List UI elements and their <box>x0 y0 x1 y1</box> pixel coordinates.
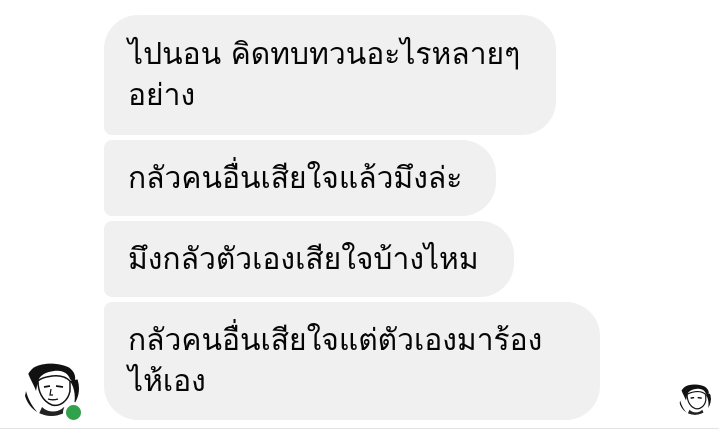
message-bubble[interactable]: กลัวคนอื่นเสียใจแต่ตัวเองมาร้อง ไห้เอง <box>104 302 600 420</box>
message-thread: ไปนอน คิดทบทวนอะไรหลายๆ อย่าง กลัวคนอื่น… <box>0 0 719 435</box>
message-text: กลัวคนอื่นเสียใจแต่ตัวเองมาร้อง ไห้เอง <box>128 323 543 399</box>
online-status-dot <box>63 402 84 423</box>
message-bubble[interactable]: กลัวคนอื่นเสียใจแล้วมึงล่ะ <box>104 140 496 216</box>
message-text: กลัวคนอื่นเสียใจแล้วมึงล่ะ <box>128 160 463 196</box>
message-bubble[interactable]: มึงกลัวตัวเองเสียใจบ้างไหม <box>104 221 514 297</box>
divider <box>0 428 719 429</box>
message-text: มึงกลัวตัวเองเสียใจบ้างไหม <box>128 241 479 277</box>
read-receipt-avatar <box>679 383 711 415</box>
message-text: ไปนอน คิดทบทวนอะไรหลายๆ อย่าง <box>128 37 521 113</box>
message-bubble[interactable]: ไปนอน คิดทบทวนอะไรหลายๆ อย่าง <box>104 15 556 135</box>
seen-avatar-sketch-icon <box>679 383 711 415</box>
